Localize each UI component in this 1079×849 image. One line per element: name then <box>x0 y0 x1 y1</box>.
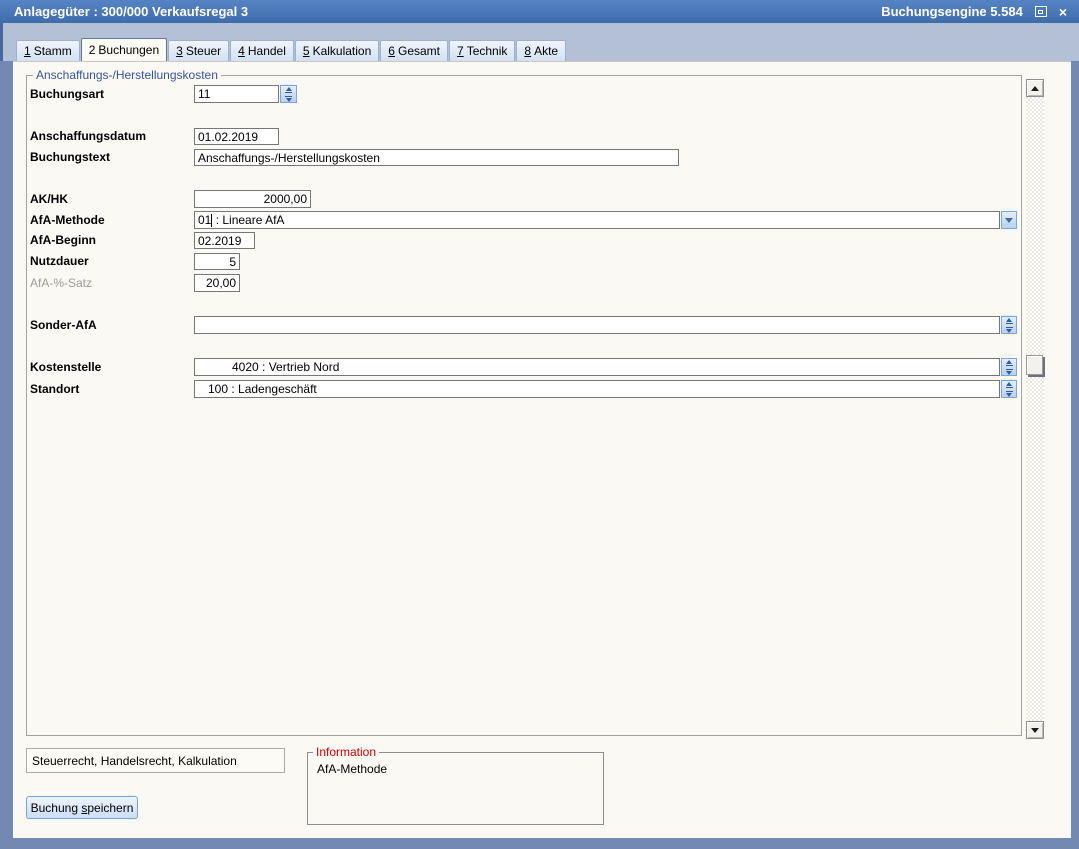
tab-akte[interactable]: 8Akte <box>516 40 566 61</box>
up-down-arrows-icon <box>1006 318 1013 333</box>
up-down-arrows-icon <box>1006 360 1013 375</box>
afa-beginn-label: AfA-Beginn <box>30 232 96 249</box>
triangle-up-icon <box>1031 86 1039 91</box>
triangle-down-icon <box>1031 728 1039 733</box>
row-buchungsart: Buchungsart 11 <box>13 85 1022 103</box>
tab-stamm[interactable]: 1Stamm <box>16 40 80 61</box>
buchungsart-label: Buchungsart <box>30 85 104 103</box>
standort-label: Standort <box>30 380 79 398</box>
buchungstext-input[interactable]: Anschaffungs-/Herstellungskosten <box>194 149 679 166</box>
buchungsart-input[interactable]: 11 <box>194 85 279 103</box>
row-anschaffungsdatum: Anschaffungsdatum 01.02.2019 <box>13 128 1022 145</box>
scrollbar-track[interactable] <box>1026 97 1044 721</box>
afa-methode-dropdown-button[interactable] <box>1001 211 1017 229</box>
sonder-afa-input[interactable] <box>194 316 1000 334</box>
window-title: Anlagegüter : 300/000 Verkaufsregal 3 <box>0 4 881 19</box>
row-afa-methode: AfA-Methode 01 : Lineare AfA <box>13 211 1022 229</box>
tab-steuer[interactable]: 3Steuer <box>168 40 229 61</box>
restore-window-icon[interactable] <box>1035 6 1047 17</box>
title-bar: Anlagegüter : 300/000 Verkaufsregal 3 Bu… <box>0 0 1079 23</box>
row-standort: Standort 100 : Ladengeschäft <box>13 380 1022 398</box>
information-group: Information AfA-Methode <box>307 752 604 825</box>
acquisition-costs-group: Anschaffungs-/Herstellungskosten <box>26 75 1022 736</box>
nutzdauer-label: Nutzdauer <box>30 253 89 270</box>
up-down-arrows-icon <box>285 87 292 102</box>
tab-kalkulation[interactable]: 5Kalkulation <box>295 40 379 61</box>
buchungstext-label: Buchungstext <box>30 149 110 166</box>
ak-hk-label: AK/HK <box>30 190 68 208</box>
row-afa-satz: AfA-%-Satz 20,00 <box>13 274 1022 292</box>
tab-bar: 1Stamm 2Buchungen 3Steuer 4Handel 5Kalku… <box>16 38 567 61</box>
afa-satz-label: AfA-%-Satz <box>30 274 92 292</box>
nutzdauer-input[interactable]: 5 <box>194 253 240 270</box>
anschaffungsdatum-label: Anschaffungsdatum <box>30 128 146 145</box>
chevron-down-icon <box>1005 218 1013 223</box>
tab-buchungen[interactable]: 2Buchungen <box>81 38 167 61</box>
kostenstelle-stepper[interactable] <box>1001 358 1017 376</box>
close-icon[interactable]: × <box>1059 5 1067 19</box>
group-title: Anschaffungs-/Herstellungskosten <box>33 68 221 82</box>
up-down-arrows-icon <box>1006 382 1013 397</box>
tab-gesamt[interactable]: 6Gesamt <box>380 40 448 61</box>
tab-technik[interactable]: 7Technik <box>449 40 515 61</box>
save-booking-button[interactable]: Buchung speichern <box>26 796 138 819</box>
row-buchungstext: Buchungstext Anschaffungs-/Herstellungsk… <box>13 149 1022 166</box>
context-info-field: Steuerrecht, Handelsrecht, Kalkulation <box>26 748 285 773</box>
kostenstelle-label: Kostenstelle <box>30 358 101 376</box>
sonder-afa-stepper[interactable] <box>1001 316 1017 334</box>
standort-input[interactable]: 100 : Ladengeschäft <box>194 380 1000 398</box>
standort-stepper[interactable] <box>1001 380 1017 398</box>
buchungsart-stepper[interactable] <box>280 85 297 103</box>
row-nutzdauer: Nutzdauer 5 <box>13 253 1022 270</box>
row-kostenstelle: Kostenstelle 4020 : Vertrieb Nord <box>13 358 1022 376</box>
afa-methode-combobox[interactable]: 01 : Lineare AfA <box>194 211 1000 229</box>
app-window: Anlagegüter : 300/000 Verkaufsregal 3 Bu… <box>0 0 1079 849</box>
afa-satz-input[interactable]: 20,00 <box>194 274 240 292</box>
vertical-scrollbar[interactable] <box>1026 79 1044 739</box>
scroll-up-button[interactable] <box>1026 79 1044 97</box>
kostenstelle-input[interactable]: 4020 : Vertrieb Nord <box>194 358 1000 376</box>
content-panel: Anschaffungs-/Herstellungskosten Buchung… <box>13 61 1071 838</box>
information-group-title: Information <box>313 745 379 759</box>
ak-hk-input[interactable]: 2000,00 <box>194 190 311 208</box>
scrollbar-thumb[interactable] <box>1026 355 1043 375</box>
app-version-label: Buchungsengine 5.584 <box>881 4 1023 19</box>
afa-beginn-input[interactable]: 02.2019 <box>194 232 255 249</box>
row-afa-beginn: AfA-Beginn 02.2019 <box>13 232 1022 249</box>
afa-methode-label: AfA-Methode <box>30 211 105 229</box>
row-ak-hk: AK/HK 2000,00 <box>13 190 1022 208</box>
sonder-afa-label: Sonder-AfA <box>30 316 97 334</box>
row-sonder-afa: Sonder-AfA <box>13 316 1022 334</box>
scroll-down-button[interactable] <box>1026 721 1044 739</box>
anschaffungsdatum-input[interactable]: 01.02.2019 <box>194 128 279 145</box>
tab-handel[interactable]: 4Handel <box>230 40 294 61</box>
